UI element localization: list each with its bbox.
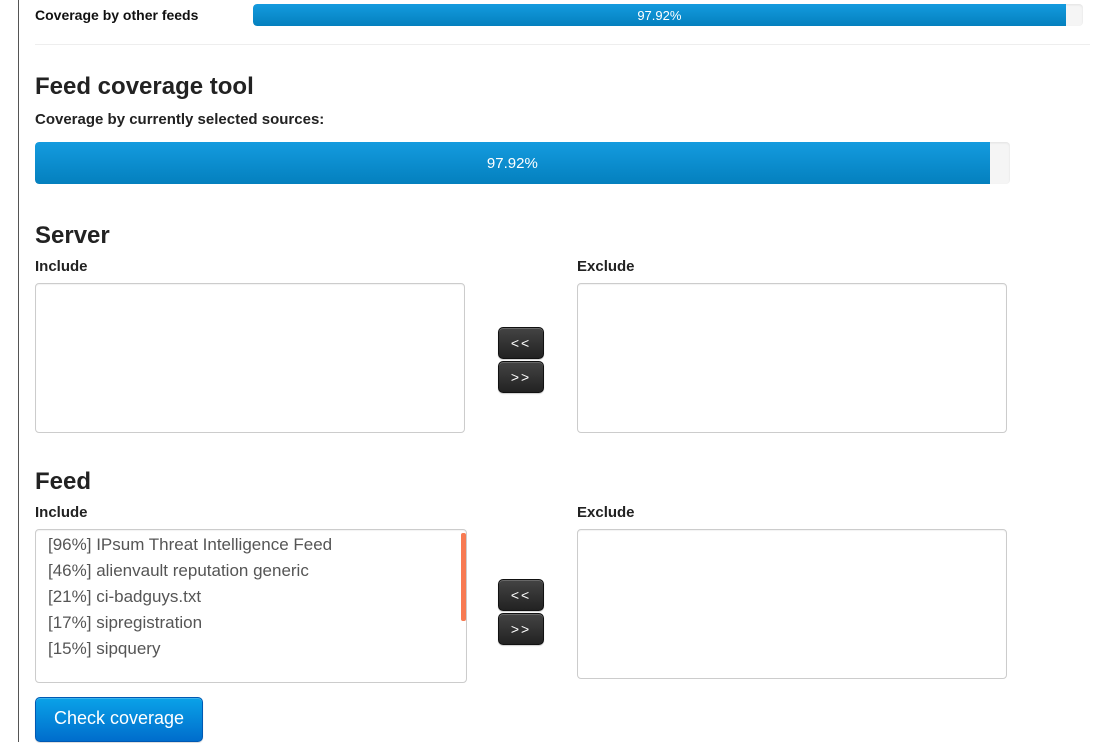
coverage-selected-sources-progress: 97.92% [35,142,1010,184]
coverage-selected-sources-progress-bar: 97.92% [35,142,990,184]
feed-move-right-button[interactable]: >> [498,613,544,645]
coverage-by-other-feeds-progress: 97.92% [253,4,1083,26]
server-include-listbox[interactable] [35,283,465,433]
feed-move-left-button[interactable]: << [498,579,544,611]
scrollbar-thumb[interactable] [461,533,466,621]
server-heading: Server [35,222,1095,250]
list-item[interactable]: [15%] sipquery [36,636,466,662]
feed-include-listbox[interactable]: [96%] IPsum Threat Intelligence Feed [46… [35,529,467,683]
divider [35,44,1090,45]
feed-exclude-label: Exclude [577,504,1007,521]
coverage-by-other-feeds-progress-bar: 97.92% [253,4,1066,26]
list-item[interactable]: [21%] ci-badguys.txt [36,584,466,610]
server-move-right-button[interactable]: >> [498,361,544,393]
feed-include-label: Include [35,504,465,521]
feed-exclude-listbox[interactable] [577,529,1007,679]
server-exclude-label: Exclude [577,258,1007,275]
feed-heading: Feed [35,468,1095,496]
coverage-by-other-feeds-row: Coverage by other feeds 97.92% [35,0,1095,44]
coverage-selected-sources-label: Coverage by currently selected sources: [35,111,1095,128]
coverage-by-other-feeds-label: Coverage by other feeds [35,7,253,23]
server-move-left-button[interactable]: << [498,327,544,359]
list-item[interactable]: [96%] IPsum Threat Intelligence Feed [36,532,466,558]
feed-coverage-tool-heading: Feed coverage tool [35,73,1095,101]
server-include-label: Include [35,258,465,275]
check-coverage-button[interactable]: Check coverage [35,697,203,742]
list-item[interactable]: [17%] sipregistration [36,610,466,636]
list-item[interactable]: [46%] alienvault reputation generic [36,558,466,584]
server-exclude-listbox[interactable] [577,283,1007,433]
